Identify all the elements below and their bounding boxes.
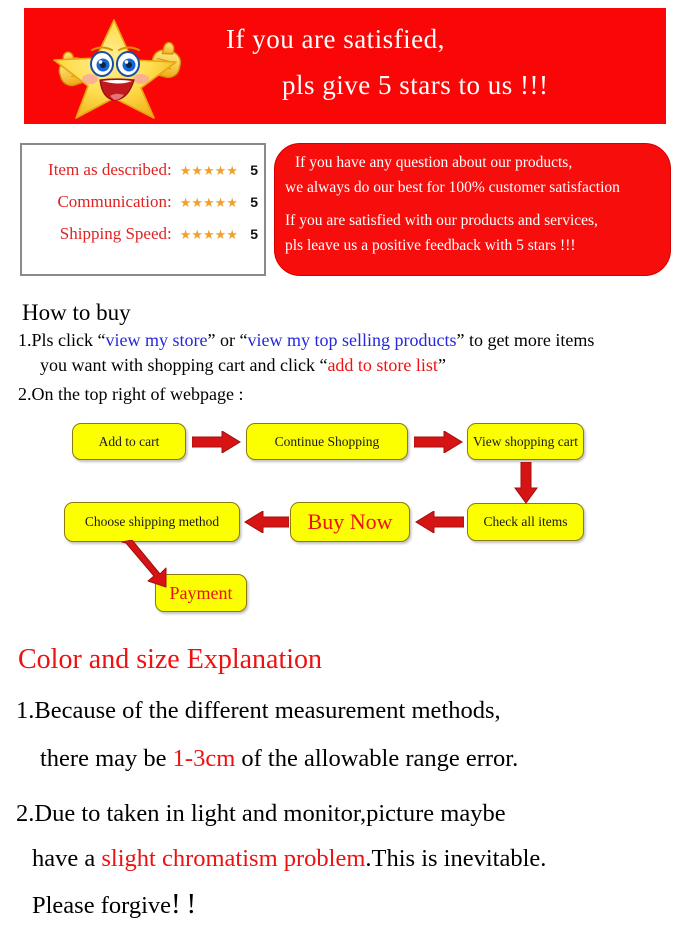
how-to-buy-step-1-line-1: 1.Pls click “view my store” or “view my … xyxy=(18,330,594,351)
arrow-right-add-to-continue-icon xyxy=(192,431,242,453)
flow-box-continue-shopping[interactable]: Continue Shopping xyxy=(246,423,408,460)
arrow-down-viewcart-to-check-icon xyxy=(514,462,538,504)
contact-message-box: If you have any question about our produ… xyxy=(274,143,671,276)
five-star-icon: ★★★★★ xyxy=(179,226,238,242)
add-to-store-list-highlight: add to store list xyxy=(327,355,438,375)
seller-ratings-box: Item as described: ★★★★★ 5 Communication… xyxy=(20,143,266,276)
step1b-suffix: ” xyxy=(437,355,446,375)
rating-label: Communication: xyxy=(57,192,172,211)
flow-box-add-to-cart[interactable]: Add to cart xyxy=(72,423,186,460)
color-size-item-1-line-2: there may be 1-3cm of the allowable rang… xyxy=(40,745,518,773)
smiling-star-thumbs-up-icon xyxy=(53,19,182,119)
flow-box-view-shopping-cart[interactable]: View shopping cart xyxy=(467,423,584,460)
rating-label: Item as described: xyxy=(48,160,172,179)
arrow-left-buynow-to-shipping-icon xyxy=(243,511,289,533)
step1-suffix: ” to get more items xyxy=(456,330,595,350)
flow-box-choose-shipping-method[interactable]: Choose shipping method xyxy=(64,502,240,542)
color-size-item-2-line-1: 2.Due to taken in light and monitor,pict… xyxy=(16,800,506,827)
message-line-2: we always do our best for 100% customer … xyxy=(285,178,620,196)
item1-line2-post: of the allowable range error. xyxy=(235,745,519,772)
arrow-diagonal-shipping-to-payment-icon xyxy=(116,540,186,588)
step1-mid: ” or “ xyxy=(207,330,248,350)
rating-row-shipping-speed: Shipping Speed: ★★★★★ 5 xyxy=(22,222,258,246)
purchase-flow-diagram: Add to cart Continue Shopping View shopp… xyxy=(0,410,700,615)
view-top-selling-products-link[interactable]: view my top selling products xyxy=(247,330,456,350)
arrow-right-continue-to-viewcart-icon xyxy=(414,431,464,453)
satisfaction-banner: If you are satisfied, pls give 5 stars t… xyxy=(24,8,666,124)
rating-row-item-as-described: Item as described: ★★★★★ 5 xyxy=(22,158,258,182)
color-size-item-1-line-1: 1.Because of the different measurement m… xyxy=(16,697,501,724)
rating-score: 5 xyxy=(250,226,258,242)
how-to-buy-step-1-line-2: you want with shopping cart and click “a… xyxy=(40,355,446,376)
flow-box-buy-now[interactable]: Buy Now xyxy=(290,502,410,542)
forgive-exclamation: ! ! xyxy=(171,888,197,920)
tolerance-highlight: 1-3cm xyxy=(172,745,236,772)
banner-line-1: If you are satisfied, xyxy=(226,24,445,54)
message-line-4: pls leave us a positive feedback with 5 … xyxy=(285,236,576,254)
view-my-store-link[interactable]: view my store xyxy=(106,330,208,350)
rating-row-communication: Communication: ★★★★★ 5 xyxy=(22,190,258,214)
arrow-left-check-to-buynow-icon xyxy=(414,511,464,533)
rating-score: 5 xyxy=(250,162,258,178)
message-line-1: If you have any question about our produ… xyxy=(295,154,573,171)
item2-line2-post: .This is inevitable. xyxy=(365,845,547,872)
how-to-buy-heading: How to buy xyxy=(22,300,131,325)
banner-line-2: pls give 5 stars to us !!! xyxy=(282,70,549,100)
flow-box-check-all-items[interactable]: Check all items xyxy=(467,503,584,541)
chromatism-highlight: slight chromatism problem xyxy=(101,845,366,872)
message-line-3: If you are satisfied with our products a… xyxy=(285,212,598,229)
how-to-buy-step-2: 2.On the top right of webpage : xyxy=(18,384,244,404)
rating-label: Shipping Speed: xyxy=(59,224,172,243)
item1-line2-pre: there may be xyxy=(40,745,173,772)
five-star-icon: ★★★★★ xyxy=(179,162,238,178)
forgive-text: Please forgive xyxy=(32,892,172,919)
rating-score: 5 xyxy=(250,194,258,210)
color-size-item-2-line-3: Please forgive! ! xyxy=(32,888,196,921)
five-star-icon: ★★★★★ xyxy=(179,194,238,210)
color-size-item-2-line-2: have a slight chromatism problem.This is… xyxy=(32,845,546,873)
item2-line2-pre: have a xyxy=(32,845,102,872)
color-size-explanation-heading: Color and size Explanation xyxy=(18,644,323,675)
step1-prefix: 1.Pls click “ xyxy=(18,330,106,350)
step1b-prefix: you want with shopping cart and click “ xyxy=(40,355,328,375)
